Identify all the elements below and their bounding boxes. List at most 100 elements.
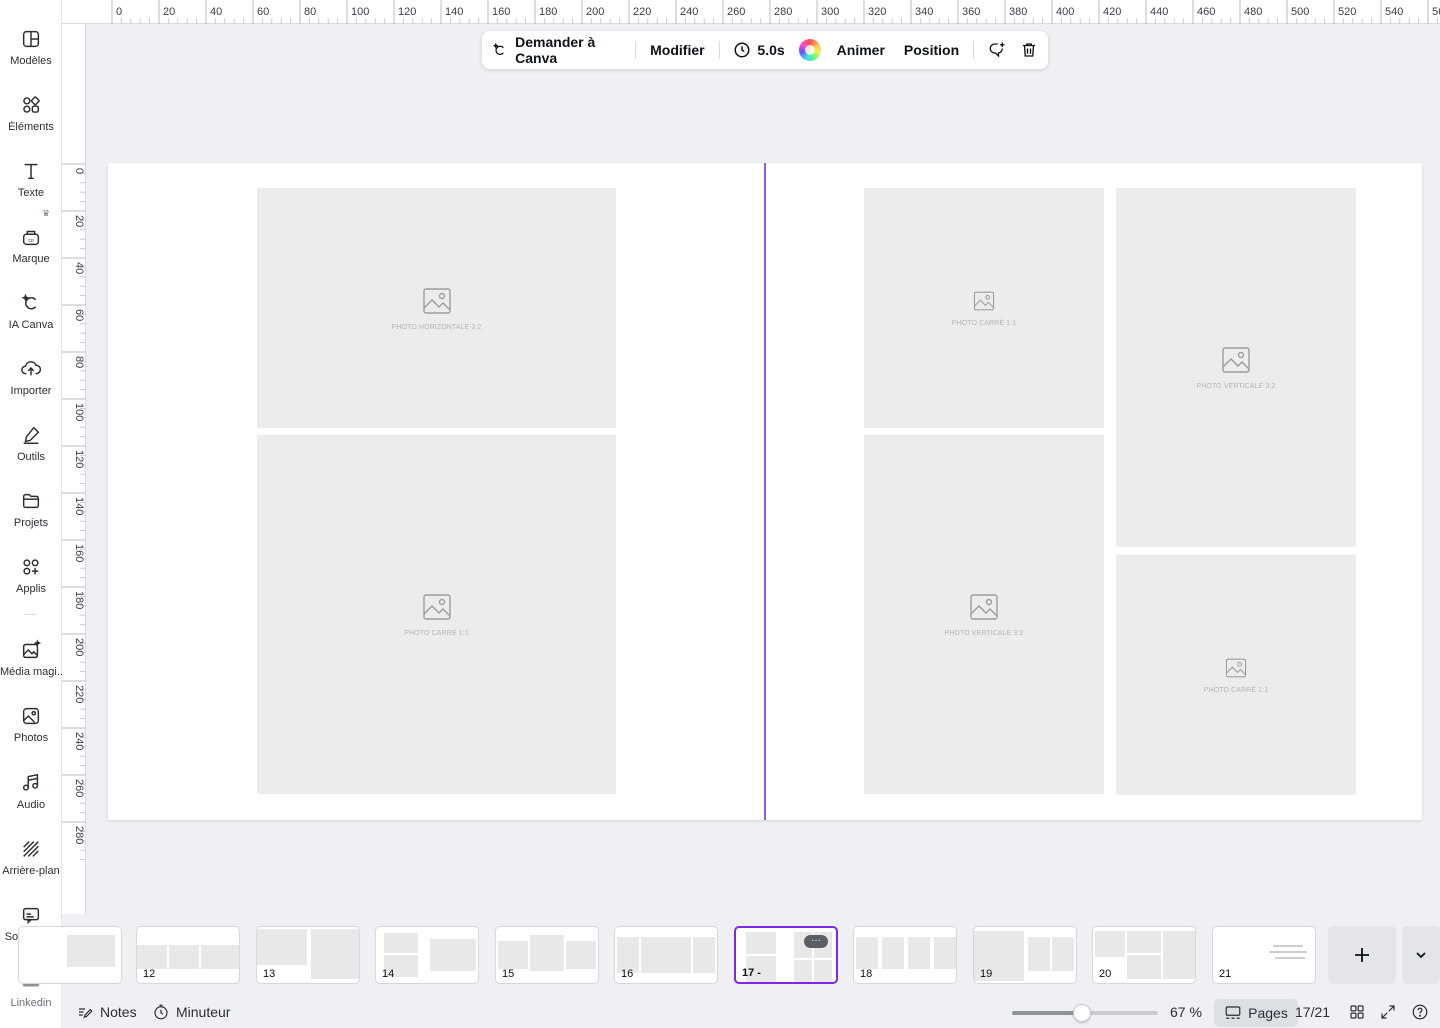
edit-button[interactable]: Modifier	[650, 42, 704, 58]
add-page-button[interactable]	[1328, 926, 1396, 984]
help-icon	[1412, 1004, 1428, 1020]
edit-label: Modifier	[650, 42, 705, 58]
ask-canva-button[interactable]: Demander à Canva	[492, 34, 621, 66]
notes-label: Notes	[100, 1004, 137, 1020]
sidebar-item-magic-media[interactable]: Média magi...	[0, 629, 62, 691]
add-comment-button[interactable]	[988, 41, 1006, 59]
photo-placeholder[interactable]: PHOTO HORIZONTALE 3:2	[257, 188, 616, 428]
sidebar-item-photos[interactable]: Photos	[0, 695, 62, 757]
sidebar-item-text[interactable]: Texte	[0, 150, 62, 212]
photos-icon	[22, 707, 40, 725]
ruler-tick-label: 540	[1385, 6, 1403, 18]
ruler-tick-label: 420	[1103, 6, 1121, 18]
sidebar-item-templates[interactable]: Modèles	[0, 18, 62, 80]
ruler-tick-label: 220	[73, 685, 85, 703]
thumbnail-number: 21	[1219, 968, 1232, 980]
expand-icon	[1381, 1005, 1395, 1019]
element-toolbar: Demander à Canva Modifier 5.0s Animer Po…	[482, 31, 1048, 69]
ruler-tick-label: 100	[351, 6, 369, 18]
ruler-tick-label: 520	[1338, 6, 1356, 18]
delete-button[interactable]	[1020, 41, 1038, 59]
timer-label: Minuteur	[176, 1004, 231, 1020]
ruler-tick-label: 140	[445, 6, 463, 18]
ruler-tick-label: 240	[73, 732, 85, 750]
page-thumbnail[interactable]: 21	[1212, 926, 1316, 984]
photo-placeholder[interactable]: PHOTO VERTICALE 3:2	[864, 435, 1104, 794]
image-placeholder-icon	[973, 291, 995, 310]
comment-add-icon	[989, 42, 1005, 58]
sidebar-item-canva-ai[interactable]: IA Canva	[0, 282, 62, 344]
trash-icon	[1022, 43, 1035, 57]
photo-placeholder[interactable]: PHOTO CARRÉ 1:1	[257, 435, 616, 794]
ruler-tick-label: 80	[73, 356, 85, 368]
sidebar-item-audio[interactable]: Audio	[0, 762, 62, 824]
sidebar-item-label: Marque	[12, 253, 50, 265]
animate-button[interactable]: Animer	[837, 42, 885, 58]
ruler-tick-label: 0	[116, 6, 122, 18]
zoom-slider[interactable]	[1012, 1004, 1158, 1022]
page-thumbnail[interactable]: 16	[614, 926, 718, 984]
sidebar-item-tools[interactable]: Outils	[0, 414, 62, 476]
notes-button[interactable]: Notes	[76, 1003, 137, 1021]
sidebar-item-apps[interactable]: Applis	[0, 546, 62, 608]
placeholder-label: PHOTO VERTICALE 3:2	[1196, 383, 1276, 390]
page-thumbnail[interactable]: 19	[973, 926, 1077, 984]
thumbnail-number: 17 -	[742, 967, 761, 979]
ruler-tick-label: 240	[680, 6, 698, 18]
ask-canva-label: Demander à Canva	[515, 34, 596, 66]
page-thumbnail-current[interactable]: ··· 17 -	[734, 926, 838, 984]
vertical-ruler-ticks: 0 20 40 60 80 100 120 140 160 180 200 220 240 260 280	[62, 163, 86, 861]
background-icon	[23, 841, 39, 857]
image-placeholder-icon	[1222, 347, 1250, 373]
help-button[interactable]	[1411, 1003, 1435, 1021]
photo-placeholder[interactable]: PHOTO CARRÉ 1:1	[864, 188, 1104, 428]
zoom-slider-handle[interactable]	[1073, 1004, 1092, 1022]
thumbnail-number: 20	[1099, 968, 1112, 980]
grid-view-button[interactable]	[1348, 1003, 1372, 1021]
photo-placeholder[interactable]: PHOTO VERTICALE 3:2	[1116, 188, 1356, 547]
pages-view-button[interactable]: Pages	[1214, 999, 1298, 1027]
timer-button[interactable]: Minuteur	[152, 1003, 230, 1021]
ruler-tick-label: 380	[1009, 6, 1027, 18]
sidebar-item-label: Photos	[13, 732, 49, 744]
page-thumbnail[interactable]	[18, 926, 122, 984]
page-thumbnail[interactable]: 20	[1092, 926, 1196, 984]
color-button[interactable]	[798, 39, 821, 61]
sidebar-item-brand[interactable]: co Marque	[0, 216, 62, 278]
ruler-tick-label: 440	[1150, 6, 1168, 18]
expand-pages-button[interactable]	[1402, 926, 1440, 984]
image-placeholder-icon	[970, 594, 998, 620]
horizontal-ruler-ticks: 0 20 40 60 80 100 120 140 160 180 200 220 240 260 280 3…	[111, 0, 1440, 24]
chevron-down-icon	[1416, 952, 1426, 959]
sidebar-item-upload[interactable]: Importer	[0, 348, 62, 410]
canva-ai-icon	[21, 293, 37, 310]
sidebar-item-label: Arrière-plan	[2, 865, 60, 877]
sidebar-item-elements[interactable]: Éléments	[0, 84, 62, 146]
templates-icon	[22, 30, 40, 48]
page-thumbnail[interactable]: 13	[256, 926, 360, 984]
ruler-tick-label: 320	[868, 6, 886, 18]
sidebar-item-background[interactable]: Arrière-plan	[0, 828, 62, 890]
vertical-ruler: 0 20 40 60 80 100 120 140 160 180 200 220 240 260 280	[62, 24, 86, 914]
zoom-level[interactable]: 67 %	[1170, 1004, 1202, 1020]
thumbnail-more-button[interactable]: ···	[804, 935, 828, 948]
brand-icon: co	[22, 230, 40, 246]
page-thumbnail[interactable]: 14	[375, 926, 479, 984]
notes-icon	[79, 1008, 93, 1019]
duration-button[interactable]: 5.0s	[733, 41, 785, 59]
ruler-tick-label: 20	[73, 215, 85, 227]
sidebar-item-label: Audio	[16, 799, 46, 811]
zoom-slider-fill	[1012, 1011, 1083, 1015]
page-counter: 17/21	[1295, 1004, 1330, 1020]
page-thumbnail[interactable]: 15	[495, 926, 599, 984]
ruler-tick-label: 180	[73, 591, 85, 609]
page-thumbnail[interactable]: 12	[136, 926, 240, 984]
position-button[interactable]: Position	[904, 42, 959, 58]
fullscreen-button[interactable]	[1379, 1003, 1403, 1021]
sidebar-item-projects[interactable]: Projets	[0, 480, 62, 542]
photo-placeholder[interactable]: PHOTO CARRÉ 1:1	[1116, 555, 1356, 795]
thumbnail-number: 16	[621, 968, 634, 980]
page-thumbnail[interactable]: 18	[853, 926, 957, 984]
placeholder-label: PHOTO CARRÉ 1:1	[404, 630, 469, 637]
toolbar-divider	[718, 41, 720, 59]
